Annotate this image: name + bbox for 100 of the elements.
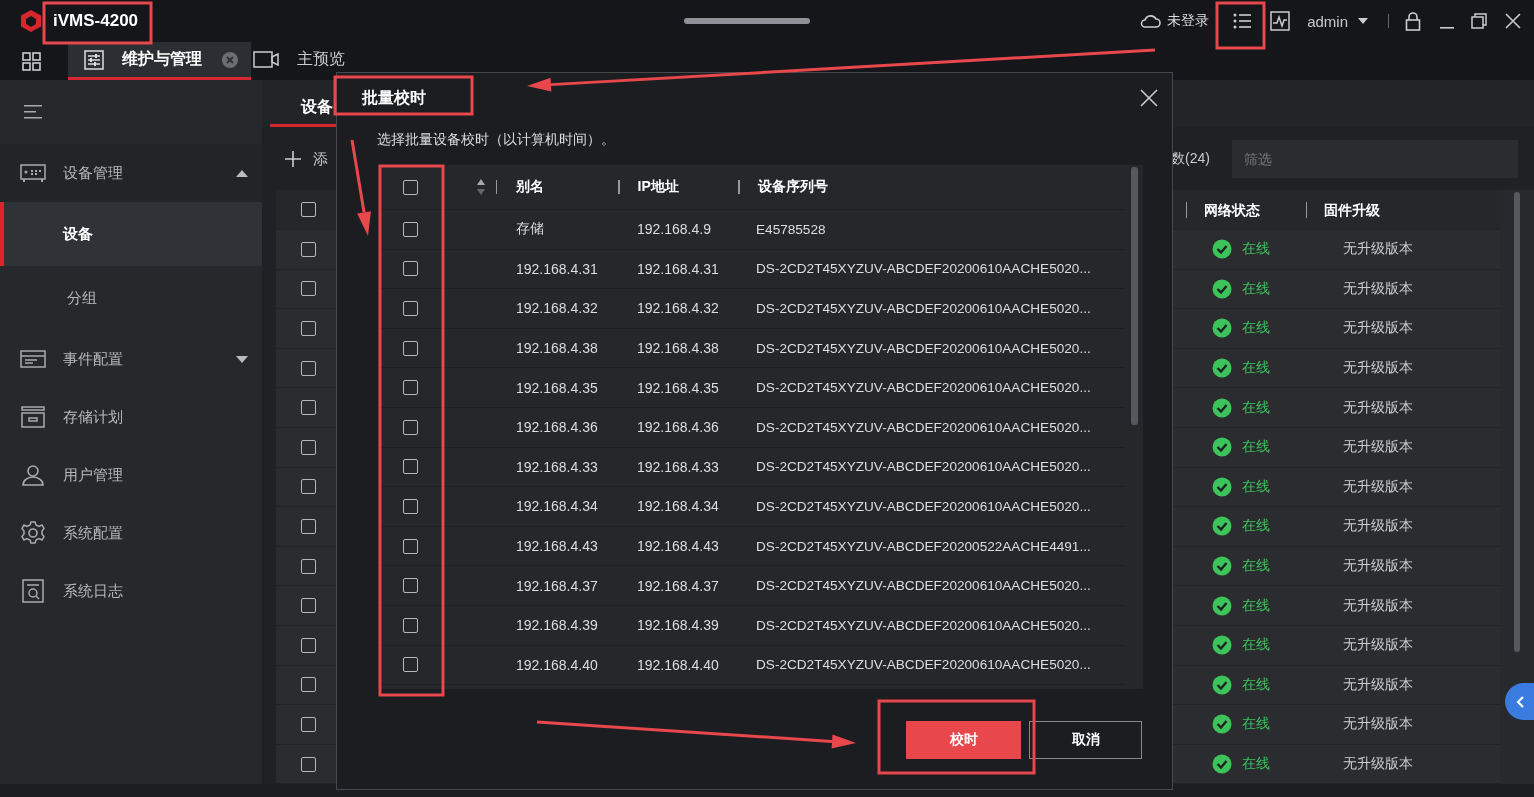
status-text: 在线 (1242, 279, 1270, 298)
table-cell: 无升级版本 (1343, 438, 1413, 455)
lock-icon (1405, 11, 1421, 31)
checkbox[interactable] (300, 439, 316, 455)
checkbox[interactable] (300, 360, 316, 376)
table-cell: 192.168.4.38 (637, 340, 719, 357)
checkbox[interactable] (403, 578, 418, 594)
checkbox[interactable] (403, 538, 418, 554)
table-cell: 192.168.4.33 (516, 458, 598, 475)
status-text: 在线 (1242, 240, 1270, 259)
column-header[interactable]: 网络状态 (1186, 201, 1260, 218)
status-text: 在线 (1242, 557, 1270, 576)
instruction-text: 选择批量设备校时（以计算机时间）。 (377, 131, 616, 149)
sidebar-item[interactable]: 事件配置 (0, 330, 262, 388)
login-status-button[interactable]: 未登录 (1139, 6, 1210, 36)
table-cell: 无升级版本 (1343, 517, 1413, 534)
checkbox[interactable] (300, 281, 316, 297)
status-text: 在线 (1242, 636, 1270, 655)
checkbox[interactable] (300, 518, 316, 534)
checkbox[interactable] (300, 637, 316, 653)
table-cell: 无升级版本 (1343, 359, 1413, 376)
select-all-checkbox[interactable] (300, 202, 316, 217)
list-icon (1232, 12, 1253, 30)
checkbox[interactable] (403, 380, 418, 396)
menu-icon (24, 105, 42, 119)
tab[interactable]: 维护与管理 (68, 42, 251, 80)
checkbox[interactable] (300, 756, 316, 772)
status-text: 在线 (1242, 438, 1270, 457)
status-text: 在线 (1242, 675, 1270, 694)
status-text: 在线 (1242, 477, 1270, 496)
table-cell: 无升级版本 (1343, 398, 1413, 415)
chevron-left-icon (1515, 695, 1524, 708)
scrollbar[interactable] (1514, 192, 1520, 652)
table-cell: 无升级版本 (1343, 557, 1413, 574)
column-header[interactable]: 设备序列号 (757, 178, 828, 196)
table-cell: 192.168.4.40 (516, 656, 598, 673)
table-cell: 192.168.4.9 (637, 221, 711, 238)
sidebar-item[interactable]: 分组 (0, 266, 262, 330)
table-cell: 存储 (516, 220, 544, 237)
checkbox[interactable] (403, 340, 418, 356)
checkbox[interactable] (403, 657, 418, 673)
lock-button[interactable] (1405, 11, 1421, 31)
checkbox[interactable] (403, 459, 418, 475)
checkbox[interactable] (300, 677, 316, 693)
checkbox[interactable] (403, 419, 418, 435)
restore-button[interactable] (1471, 13, 1487, 29)
select-all-checkbox[interactable] (403, 179, 418, 195)
table-cell: 192.168.4.36 (516, 419, 598, 436)
tab[interactable]: 主预览 (251, 42, 357, 80)
status-text: 在线 (1242, 319, 1270, 338)
sync-time-button[interactable]: 校时 (906, 721, 1021, 759)
close-button[interactable] (1140, 89, 1158, 107)
filter-field[interactable]: 筛选 (1232, 140, 1518, 178)
table-cell: 192.168.4.35 (637, 379, 719, 396)
checkbox[interactable] (300, 558, 316, 574)
table-cell: 192.168.4.33 (637, 458, 719, 475)
table-cell: 无升级版本 (1343, 279, 1413, 296)
sidebar-item[interactable]: 系统配置 (0, 504, 262, 562)
storage-icon (21, 406, 45, 428)
sidebar-item[interactable]: 用户管理 (0, 446, 262, 504)
checkbox[interactable] (403, 617, 418, 633)
table-cell: 192.168.4.43 (637, 538, 719, 555)
checkbox[interactable] (300, 400, 316, 416)
cancel-button[interactable]: 取消 (1029, 721, 1142, 759)
checkbox[interactable] (403, 498, 418, 514)
table-cell: 192.168.4.38 (516, 340, 598, 357)
checkbox[interactable] (300, 598, 316, 614)
table-cell: 192.168.4.34 (516, 498, 598, 515)
sidebar-item[interactable]: 设备管理 (0, 144, 262, 202)
checkbox[interactable] (403, 301, 418, 316)
checkbox[interactable] (300, 479, 316, 495)
camera-icon (253, 51, 279, 68)
checkbox[interactable] (300, 716, 316, 732)
close-icon (1140, 89, 1158, 107)
table-cell: 192.168.4.39 (637, 617, 719, 634)
status-text: 在线 (1242, 517, 1270, 536)
scrollbar[interactable] (1130, 167, 1138, 425)
sidebar-item[interactable]: 存储计划 (0, 388, 262, 446)
add-button[interactable]: 添 (285, 149, 328, 169)
table-cell: 无升级版本 (1343, 319, 1413, 336)
checkbox[interactable] (300, 241, 316, 257)
checkbox[interactable] (403, 261, 418, 277)
log-icon (22, 579, 44, 603)
list-button[interactable] (1232, 12, 1253, 30)
table-cell: DS-2CD2T45XYZUV-ABCDEF20200610AACHE5020... (756, 340, 1091, 356)
chart-button[interactable] (1270, 11, 1291, 31)
table-cell: E45785528 (756, 221, 826, 237)
checkbox[interactable] (300, 321, 316, 336)
sidebar-item[interactable]: 系统日志 (0, 562, 262, 620)
table-cell: 无升级版本 (1343, 596, 1413, 613)
column-header[interactable]: IP地址 (637, 178, 679, 196)
table-cell: DS-2CD2T45XYZUV-ABCDEF20200610AACHE5020... (756, 261, 1091, 277)
sidebar-item[interactable]: 设备 (0, 202, 262, 266)
checkbox[interactable] (403, 221, 418, 237)
column-header[interactable]: 固件升级 (1306, 201, 1380, 218)
drag-handle[interactable] (684, 18, 810, 24)
column-header[interactable]: 别名 (516, 178, 544, 194)
app-name: iVMS-4200 (53, 11, 139, 31)
table-cell: 192.168.4.39 (516, 617, 598, 634)
user-menu[interactable]: admin (1307, 12, 1368, 30)
